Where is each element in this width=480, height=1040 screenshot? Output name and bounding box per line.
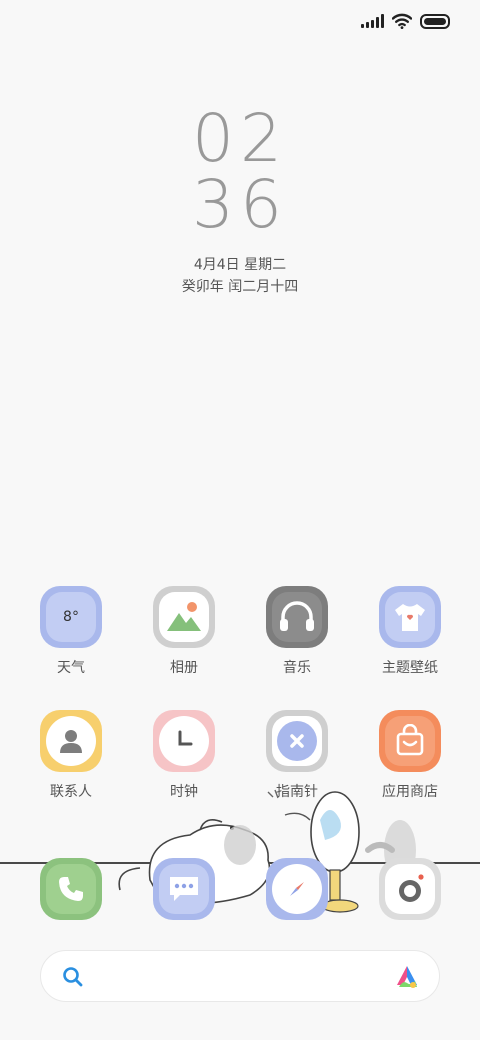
weather-icon: 8° [40,586,102,648]
app-label: 天气 [57,660,85,676]
app-themes[interactable]: 主题壁纸 [354,586,466,677]
clock-hour: 02 [192,100,288,177]
weather-temperature: 8° [63,609,79,625]
dock-camera[interactable] [354,858,466,920]
app-label: 相册 [170,660,198,676]
gallery-icon [153,586,215,648]
app-music[interactable]: 音乐 [241,586,353,677]
music-headphones-icon [266,586,328,648]
assistant-logo-icon[interactable] [393,963,421,991]
date-lunar: 癸卯年 闰二月十四 [181,279,299,295]
app-label: 音乐 [283,660,311,676]
date-gregorian: 4月4日 星期二 [193,257,287,273]
app-store-bag-icon [379,710,441,772]
date-widget[interactable]: 4月4日 星期二 癸卯年 闰二月十四 [0,254,480,298]
signal-icon [361,14,384,28]
lock-clock[interactable]: 02 36 [0,106,480,238]
dock-browser[interactable] [241,858,353,920]
dock-phone[interactable] [15,858,127,920]
app-weather[interactable]: 8° 天气 [15,586,127,677]
messages-icon [153,858,215,920]
compass-icon [266,710,328,772]
clock-minute: 36 [192,166,288,243]
status-bar [361,10,450,32]
theme-tshirt-icon [379,586,441,648]
contacts-icon [40,710,102,772]
clock-icon [153,710,215,772]
app-gallery[interactable]: 相册 [128,586,240,677]
app-label: 主题壁纸 [382,660,438,676]
dock-messages[interactable] [128,858,240,920]
search-icon [63,967,83,987]
search-bar[interactable] [40,950,440,1002]
camera-icon [379,858,441,920]
wifi-icon [392,13,412,29]
phone-icon [40,858,102,920]
browser-compass-icon [266,858,328,920]
battery-icon [420,13,450,29]
